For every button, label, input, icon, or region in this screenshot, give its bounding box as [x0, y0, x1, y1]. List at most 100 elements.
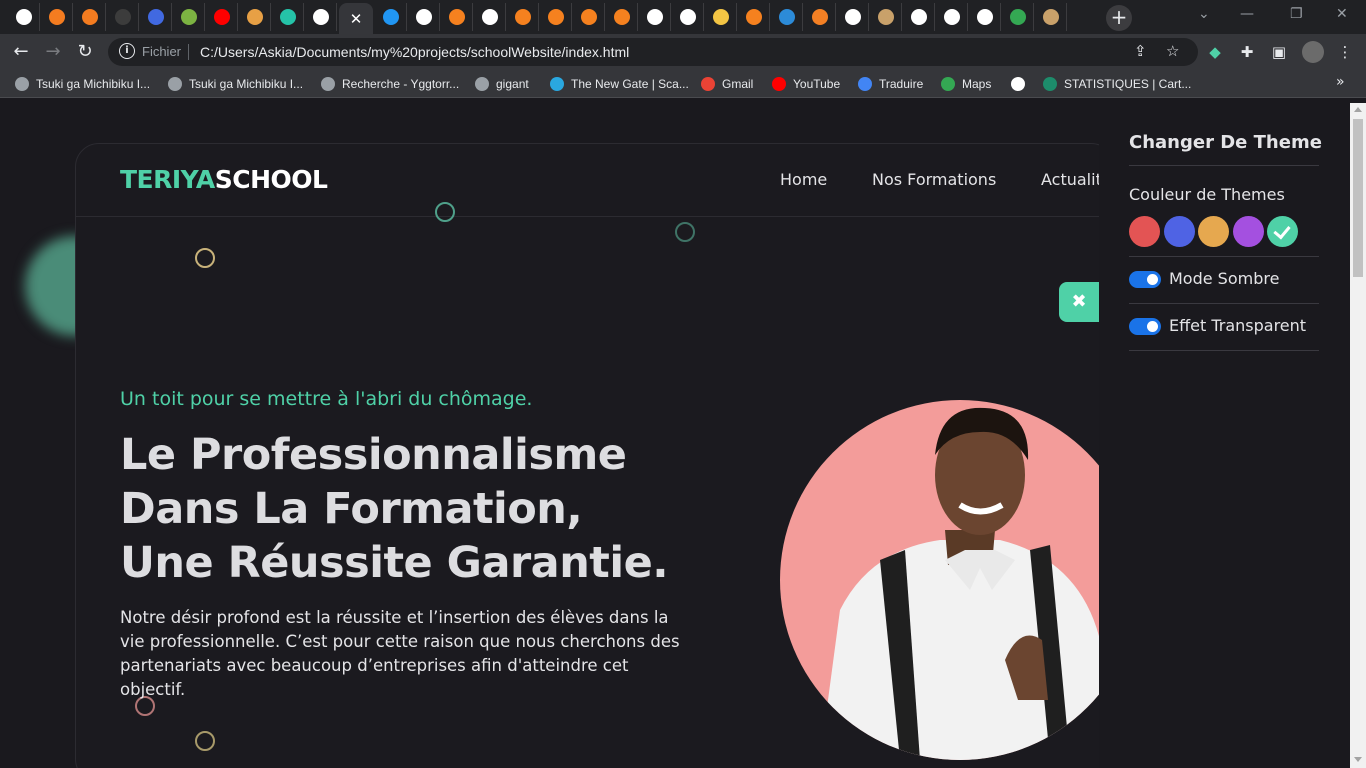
browser-tab[interactable]: [140, 3, 172, 31]
browser-tab[interactable]: [969, 3, 1001, 31]
bookmark-item[interactable]: Tsuki ga Michibiku I...: [168, 75, 303, 93]
browser-tab[interactable]: [573, 3, 605, 31]
transparent-effect-toggle[interactable]: [1129, 318, 1161, 335]
theme-color-swatch[interactable]: [1267, 216, 1298, 247]
browser-tab[interactable]: [474, 3, 506, 31]
nav-link-formations[interactable]: Nos Formations: [872, 170, 996, 189]
new-tab-button[interactable]: +: [1106, 5, 1132, 31]
divider: [1129, 350, 1319, 351]
bookmark-favicon-icon: [475, 77, 489, 91]
nav-link-home[interactable]: Home: [780, 170, 827, 189]
info-icon[interactable]: i: [119, 43, 135, 59]
google-icon: [15, 9, 32, 25]
share-icon[interactable]: ⇪: [1134, 42, 1147, 60]
minimize-icon[interactable]: —: [1240, 6, 1254, 22]
browser-tab[interactable]: [375, 3, 407, 31]
site-logo[interactable]: TERIYASCHOOL: [120, 165, 328, 194]
bookmark-star-icon[interactable]: ☆: [1166, 42, 1179, 60]
address-bar[interactable]: i Fichier C:/Users/Askia/Documents/my%20…: [108, 38, 1198, 66]
box-icon: [613, 9, 630, 25]
browser-tab[interactable]: [705, 3, 737, 31]
restore-icon[interactable]: ❐: [1290, 6, 1303, 22]
bookmark-item[interactable]: gigant: [475, 75, 529, 93]
xampp-icon: [81, 9, 98, 25]
bookmark-label: Tsuki ga Michibiku I...: [189, 77, 304, 91]
bookmark-item[interactable]: YouTube: [772, 75, 840, 93]
browser-tab[interactable]: [239, 3, 271, 31]
globe-icon: [844, 9, 861, 25]
nav-link-actualites[interactable]: Actualit: [1041, 170, 1102, 189]
browser-tab[interactable]: [936, 3, 968, 31]
bookmark-favicon-icon: [941, 77, 955, 91]
browser-tab[interactable]: [903, 3, 935, 31]
browser-tab[interactable]: [74, 3, 106, 31]
decor-ring: [675, 222, 695, 242]
bookmark-item[interactable]: Recherche - Yggtorr...: [321, 75, 459, 93]
browser-tab[interactable]: [639, 3, 671, 31]
scroll-up-arrow-icon[interactable]: [1354, 107, 1362, 112]
browser-tab[interactable]: [507, 3, 539, 31]
close-window-icon[interactable]: ✕: [1336, 6, 1348, 22]
theme-color-swatch[interactable]: [1198, 216, 1229, 247]
browser-tab[interactable]: [107, 3, 139, 31]
theme-color-swatch[interactable]: [1232, 216, 1264, 247]
browser-tab[interactable]: [1035, 3, 1067, 31]
close-tab-icon[interactable]: ✕: [350, 10, 363, 28]
dark-mode-toggle[interactable]: [1129, 271, 1161, 288]
bookmarks-more-icon[interactable]: »: [1336, 74, 1345, 90]
bookmark-label: Tsuki ga Michibiku I...: [36, 77, 151, 91]
globe-icon: [481, 9, 498, 25]
side-panel-icon[interactable]: ▣: [1270, 43, 1288, 61]
bookmark-favicon-icon: [858, 77, 872, 91]
close-theme-panel-button[interactable]: ✖: [1059, 282, 1099, 322]
bookmark-item[interactable]: Traduire: [858, 75, 923, 93]
browser-tab[interactable]: [804, 3, 836, 31]
bookmark-favicon-icon: [550, 77, 564, 91]
theme-color-swatch[interactable]: [1163, 216, 1195, 247]
browser-tab[interactable]: [206, 3, 238, 31]
extension-icon[interactable]: ◆: [1206, 43, 1224, 61]
page-viewport: TERIYASCHOOL Home Nos Formations Actuali…: [0, 103, 1350, 768]
browser-tab[interactable]: [837, 3, 869, 31]
page-scrollbar[interactable]: [1350, 103, 1366, 768]
browser-tab[interactable]: [408, 3, 440, 31]
back-arrow-icon[interactable]: ←: [10, 41, 32, 63]
app-icon: [246, 9, 263, 25]
theme-color-swatch[interactable]: [1129, 216, 1160, 247]
bookmark-item[interactable]: STATISTIQUES | Cart...: [1043, 75, 1191, 93]
browser-tab[interactable]: [441, 3, 473, 31]
url-text[interactable]: C:/Users/Askia/Documents/my%20projects/s…: [200, 44, 629, 60]
bookmark-item[interactable]: [1011, 75, 1025, 93]
browser-tab[interactable]: [1002, 3, 1034, 31]
browser-tab[interactable]: [272, 3, 304, 31]
browser-tab[interactable]: [738, 3, 770, 31]
bookmark-favicon-icon: [1011, 77, 1025, 91]
scroll-thumb[interactable]: [1353, 119, 1363, 277]
browser-tab[interactable]: [41, 3, 73, 31]
browser-tab[interactable]: [870, 3, 902, 31]
puzzle-icon[interactable]: ✚: [1238, 43, 1256, 61]
browser-tab[interactable]: [540, 3, 572, 31]
bookmark-item[interactable]: Gmail: [701, 75, 753, 93]
profile-avatar[interactable]: [1302, 41, 1324, 63]
bookmark-label: Gmail: [722, 77, 754, 91]
headline-line-2: Dans La Formation,: [120, 484, 583, 534]
theme-colors-label: Couleur de Themes: [1129, 185, 1285, 204]
bookmark-label: Maps: [962, 77, 992, 91]
browser-tab[interactable]: [305, 3, 337, 31]
browser-tab[interactable]: [606, 3, 638, 31]
browser-tab[interactable]: [8, 3, 40, 31]
active-tab[interactable]: ✕: [339, 3, 373, 34]
browser-tab[interactable]: [771, 3, 803, 31]
tab-search-icon[interactable]: ⌄: [1198, 6, 1210, 22]
bookmark-item[interactable]: The New Gate | Sca...: [550, 75, 689, 93]
bookmark-item[interactable]: Maps: [941, 75, 991, 93]
box-icon: [547, 9, 564, 25]
scroll-down-arrow-icon[interactable]: [1354, 757, 1362, 762]
reload-icon[interactable]: ↻: [74, 41, 96, 63]
browser-tab[interactable]: [173, 3, 205, 31]
bookmark-item[interactable]: Tsuki ga Michibiku I...: [15, 75, 150, 93]
menu-kebab-icon[interactable]: ⋮: [1336, 43, 1354, 61]
forward-arrow-icon[interactable]: →: [42, 41, 64, 63]
browser-tab[interactable]: [672, 3, 704, 31]
